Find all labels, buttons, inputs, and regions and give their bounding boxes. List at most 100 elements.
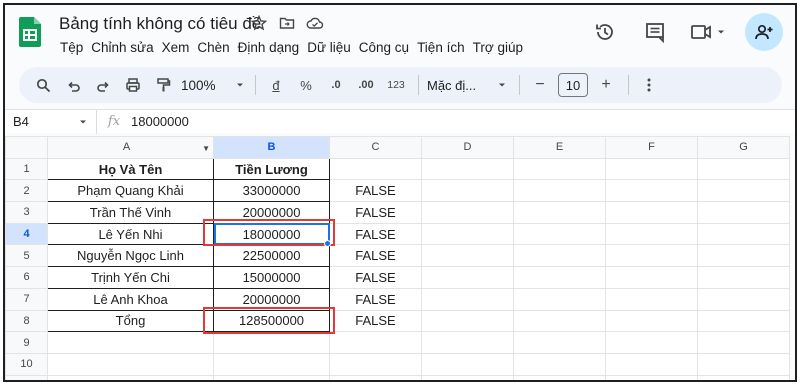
undo-button[interactable] — [61, 72, 85, 98]
cell[interactable] — [513, 374, 606, 380]
cell[interactable] — [47, 374, 214, 380]
print-button[interactable] — [121, 72, 145, 98]
cell[interactable] — [697, 331, 790, 354]
cell[interactable] — [697, 266, 790, 289]
cell[interactable] — [47, 331, 214, 354]
percent-format-button[interactable]: % — [294, 72, 318, 98]
filter-arrow-icon[interactable]: ▼ — [202, 144, 210, 153]
cell[interactable] — [421, 222, 514, 246]
currency-format-button[interactable]: đ — [264, 72, 288, 98]
font-size-input[interactable]: 10 — [558, 73, 588, 97]
row-header[interactable]: 11 — [5, 374, 48, 380]
cell-a5[interactable]: Nguyễn Ngọc Linh — [47, 244, 214, 268]
cell[interactable] — [513, 157, 606, 181]
cell[interactable] — [605, 331, 698, 354]
cell-c5[interactable]: FALSE — [329, 244, 422, 268]
version-history-button[interactable] — [587, 14, 623, 50]
cell[interactable] — [421, 244, 514, 268]
star-icon[interactable] — [250, 14, 268, 32]
cell[interactable] — [421, 352, 514, 376]
cell[interactable] — [213, 374, 330, 380]
row-header[interactable]: 4 — [5, 222, 48, 246]
sheets-logo-icon[interactable] — [19, 17, 41, 47]
search-menus-button[interactable] — [31, 72, 55, 98]
cell-a8[interactable]: Tổng — [47, 309, 214, 333]
cell-c1[interactable] — [329, 157, 422, 181]
row-header[interactable]: 1 — [5, 157, 48, 181]
cell[interactable] — [513, 179, 606, 203]
decrease-decimal-button[interactable]: .0 — [324, 72, 348, 98]
cell[interactable] — [697, 352, 790, 376]
menu-extensions[interactable]: Tiện ích — [417, 40, 471, 55]
cell[interactable] — [605, 352, 698, 376]
formula-input[interactable]: 18000000 — [131, 114, 189, 129]
cell[interactable] — [605, 222, 698, 246]
cell[interactable] — [329, 352, 422, 376]
cell[interactable] — [697, 374, 790, 380]
row-header[interactable]: 9 — [5, 331, 48, 354]
cell[interactable] — [605, 244, 698, 268]
font-select[interactable]: Mặc đị... — [427, 72, 509, 98]
redo-button[interactable] — [91, 72, 115, 98]
menu-data[interactable]: Dữ liệu — [307, 40, 357, 55]
cell[interactable] — [513, 222, 606, 246]
row-header[interactable]: 8 — [5, 309, 48, 333]
fill-handle[interactable] — [324, 240, 331, 247]
cell[interactable] — [697, 179, 790, 203]
menu-insert[interactable]: Chèn — [197, 40, 235, 55]
cell-a2[interactable]: Phạm Quang Khải — [47, 179, 214, 203]
cell[interactable] — [605, 374, 698, 380]
cell[interactable] — [697, 222, 790, 246]
increase-decimal-button[interactable]: .00 — [354, 72, 378, 98]
cell[interactable] — [697, 157, 790, 181]
cell-b6[interactable]: 15000000 — [213, 266, 330, 289]
column-header-c[interactable]: C — [329, 136, 422, 159]
cell-c3[interactable]: FALSE — [329, 201, 422, 224]
column-header-b[interactable]: B — [213, 136, 330, 159]
menu-tools[interactable]: Công cụ — [359, 40, 415, 55]
cell[interactable] — [213, 352, 330, 376]
decrease-font-size-button[interactable]: − — [528, 72, 552, 98]
comments-button[interactable] — [637, 14, 673, 50]
name-box[interactable]: B4 — [5, 109, 97, 134]
increase-font-size-button[interactable]: + — [594, 72, 618, 98]
cell[interactable] — [513, 287, 606, 311]
zoom-select[interactable]: 100% — [181, 72, 245, 98]
cell-c2[interactable]: FALSE — [329, 179, 422, 203]
cell[interactable] — [421, 266, 514, 289]
row-header[interactable]: 6 — [5, 266, 48, 289]
menu-view[interactable]: Xem — [162, 40, 196, 55]
cell[interactable] — [697, 287, 790, 311]
row-header[interactable]: 2 — [5, 179, 48, 203]
cell[interactable] — [421, 287, 514, 311]
menu-format[interactable]: Định dạng — [238, 40, 306, 55]
row-header[interactable]: 10 — [5, 352, 48, 376]
doc-title[interactable]: Bảng tính không có tiêu đề — [59, 14, 261, 34]
cell-c8[interactable]: FALSE — [329, 309, 422, 333]
meet-button[interactable] — [687, 14, 729, 50]
cell[interactable] — [605, 157, 698, 181]
cell[interactable] — [421, 179, 514, 203]
cell-a1[interactable]: Họ Và Tên — [47, 157, 214, 181]
cell[interactable] — [513, 309, 606, 333]
cell[interactable] — [605, 201, 698, 224]
cell[interactable] — [329, 374, 422, 380]
cell-a7[interactable]: Lê Anh Khoa — [47, 287, 214, 311]
column-header-g[interactable]: G — [697, 136, 790, 159]
cell[interactable] — [47, 352, 214, 376]
cell[interactable] — [329, 331, 422, 354]
cell-b2[interactable]: 33000000 — [213, 179, 330, 203]
more-options-button[interactable] — [637, 72, 661, 98]
more-formats-button[interactable]: 123 — [384, 72, 408, 98]
cell[interactable] — [213, 331, 330, 354]
row-header[interactable]: 7 — [5, 287, 48, 311]
cell[interactable] — [605, 309, 698, 333]
cloud-status-icon[interactable] — [306, 14, 324, 32]
select-all-corner[interactable] — [5, 136, 48, 159]
column-header-a[interactable]: A ▼ — [47, 136, 214, 159]
cell-c7[interactable]: FALSE — [329, 287, 422, 311]
cell[interactable] — [513, 352, 606, 376]
cell[interactable] — [421, 201, 514, 224]
cell-c6[interactable]: FALSE — [329, 266, 422, 289]
move-folder-icon[interactable] — [278, 14, 296, 32]
